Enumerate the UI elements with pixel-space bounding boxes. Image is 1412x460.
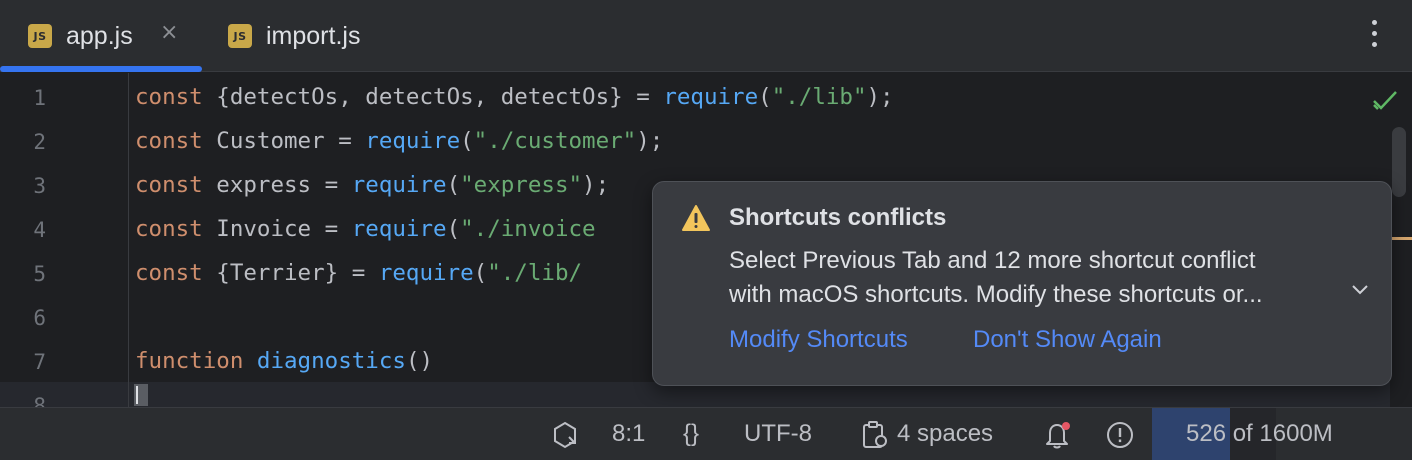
text-caret <box>134 384 148 406</box>
indent-setting[interactable]: 4 spaces <box>897 420 993 448</box>
code-token: require <box>663 84 759 110</box>
code-token: ( <box>460 128 474 154</box>
code-token: ); <box>866 84 894 110</box>
code-token: diagnostics <box>256 348 406 374</box>
dont-show-again-link[interactable]: Don't Show Again <box>973 326 1162 354</box>
line-number: 5 <box>33 262 46 286</box>
javascript-file-icon: JS <box>228 24 252 48</box>
code-line: const Invoice = require("./invoice <box>135 216 596 242</box>
caret-position[interactable]: 8:1 <box>612 420 645 448</box>
code-token: const <box>135 172 203 198</box>
code-token: const <box>135 216 203 242</box>
code-token: ( <box>758 84 772 110</box>
gutter-separator <box>128 73 129 407</box>
vcs-branch-icon[interactable] <box>550 420 580 450</box>
code-token: "express" <box>460 172 583 198</box>
tab-label: import.js <box>266 21 361 50</box>
line-number: 8 <box>33 394 46 407</box>
line-number: 4 <box>33 218 46 242</box>
problems-icon[interactable] <box>1105 420 1135 450</box>
code-token: ( <box>446 172 461 198</box>
code-token: function <box>135 348 244 374</box>
code-token: Invoice = <box>202 216 352 242</box>
warning-icon <box>682 205 710 231</box>
file-encoding[interactable]: UTF-8 <box>744 420 812 448</box>
line-number: 6 <box>33 306 46 330</box>
code-token: require <box>365 128 461 154</box>
no-problems-check-icon <box>1373 91 1397 110</box>
code-token: require <box>351 216 447 242</box>
close-tab-icon[interactable]: × <box>160 20 178 45</box>
shortcuts-conflict-notification: Shortcuts conflicts Select Previous Tab … <box>652 181 1392 386</box>
line-number: 1 <box>33 86 46 110</box>
code-token: ); <box>582 172 610 198</box>
notification-body-line: Select Previous Tab and 12 more shortcut… <box>729 247 1256 274</box>
code-token: "./lib" <box>771 84 867 110</box>
tab-label: app.js <box>66 21 133 50</box>
memory-indicator[interactable]: 526 of 1600M <box>1186 420 1333 448</box>
modify-shortcuts-link[interactable]: Modify Shortcuts <box>729 326 908 354</box>
editor-tab-bar: JS app.js × JS import.js <box>0 0 1412 72</box>
code-token: const <box>135 84 203 110</box>
notification-body-line: with macOS shortcuts. Modify these short… <box>729 281 1263 308</box>
tab-import-js[interactable]: JS import.js <box>228 0 360 72</box>
code-token: require <box>351 172 447 198</box>
code-token: "./customer" <box>473 128 637 154</box>
code-token: ( <box>473 260 488 286</box>
vertical-scrollbar[interactable] <box>1392 127 1406 197</box>
code-line: const {detectOs, detectOs, detectOs} = r… <box>135 84 894 110</box>
code-token: () <box>405 348 434 374</box>
line-number: 7 <box>33 350 46 374</box>
status-bar: 8:1 {} UTF-8 4 spaces 526 of 1600M <box>0 407 1412 460</box>
notifications-bell-icon[interactable] <box>1042 420 1072 450</box>
code-token: {detectOs, detectOs, detectOs} = <box>202 84 664 110</box>
code-token: Customer = <box>202 128 366 154</box>
indent-settings-icon[interactable] <box>860 420 890 450</box>
javascript-file-icon: JS <box>28 24 52 48</box>
line-number: 3 <box>33 174 46 198</box>
code-token: ); <box>636 128 664 154</box>
code-token: ( <box>446 216 461 242</box>
line-number: 2 <box>33 130 46 154</box>
code-token: require <box>378 260 474 286</box>
code-token: const <box>135 260 203 286</box>
code-line: const {Terrier} = require("./lib/ <box>135 260 582 286</box>
tab-app-js[interactable]: JS app.js <box>28 0 133 72</box>
chevron-down-icon[interactable] <box>1351 284 1369 296</box>
code-line: const express = require("express"); <box>135 172 609 198</box>
code-style-icon[interactable]: {} <box>683 420 699 448</box>
notification-body: Select Previous Tab and 12 more shortcut… <box>729 244 1369 312</box>
code-token: "./lib/ <box>487 260 583 286</box>
more-options-icon[interactable] <box>1360 16 1388 52</box>
code-token: express = <box>202 172 352 198</box>
code-line: function diagnostics() <box>135 348 433 374</box>
code-token: "./invoice <box>460 216 596 242</box>
code-token: {Terrier} = <box>202 260 379 286</box>
active-tab-indicator <box>0 66 202 72</box>
error-stripe-marker[interactable] <box>1392 237 1412 240</box>
code-line: const Customer = require("./customer"); <box>135 128 663 154</box>
code-token: const <box>135 128 203 154</box>
notification-title: Shortcuts conflicts <box>729 204 947 231</box>
